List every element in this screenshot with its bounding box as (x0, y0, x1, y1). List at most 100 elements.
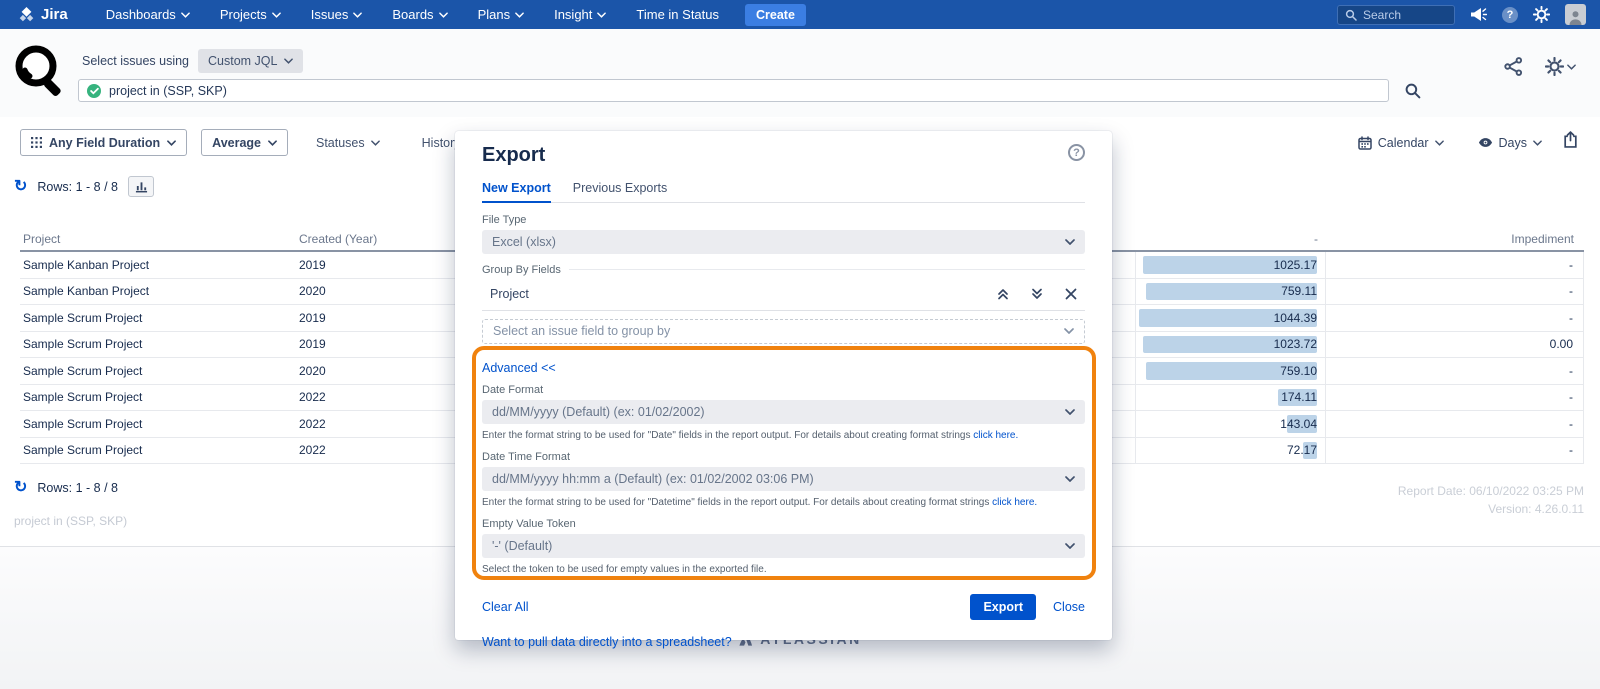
group-by-add-select[interactable]: Select an issue field to group by (482, 319, 1085, 344)
footer-query-text: project in (SSP, SKP) (14, 514, 127, 528)
jql-input[interactable]: project in (SSP, SKP) (78, 79, 1389, 102)
rows-count: Rows: 1 - 8 / 8 (37, 481, 118, 495)
cell-project: Sample Scrum Project (20, 364, 296, 378)
aggregation-dropdown[interactable]: Average (201, 129, 288, 156)
chevron-down-icon (439, 12, 448, 18)
cell-value: 759.11 (1135, 279, 1326, 305)
move-top-icon[interactable] (997, 288, 1009, 300)
nav-item-projects[interactable]: Projects (220, 7, 281, 22)
nav-item-plans[interactable]: Plans (478, 7, 525, 22)
chevron-down-icon (353, 12, 362, 18)
chevron-down-icon (1064, 328, 1074, 334)
refresh-icon[interactable]: ↻ (14, 481, 27, 495)
empty-token-label: Empty Value Token (482, 518, 1085, 530)
group-by-label: Group By Fields (482, 264, 561, 276)
cell-impediment: - (1326, 279, 1584, 305)
spreadsheet-link[interactable]: Want to pull data directly into a spread… (482, 635, 732, 649)
settings-gear-icon[interactable] (1533, 6, 1550, 23)
remove-icon[interactable] (1065, 288, 1077, 300)
eye-icon (1478, 137, 1493, 148)
cell-project: Sample Scrum Project (20, 443, 296, 457)
cell-impediment: - (1326, 252, 1584, 278)
clear-all-link[interactable]: Clear All (482, 600, 529, 614)
share-icon (1504, 57, 1523, 76)
advanced-toggle-link[interactable]: Advanced << (482, 361, 556, 375)
select-issues-label: Select issues using (82, 54, 189, 68)
jql-value: project in (SSP, SKP) (109, 84, 227, 98)
statuses-dropdown[interactable]: Statuses (302, 136, 394, 150)
brand-name: Jira (41, 6, 68, 23)
chevron-down-icon (1065, 239, 1075, 245)
query-header: Select issues using Custom JQL project i… (0, 29, 1600, 117)
select-issues-row: Select issues using Custom JQL (82, 49, 303, 73)
chevron-down-icon (1533, 140, 1542, 146)
cell-impediment: - (1326, 411, 1584, 437)
export-submit-button[interactable]: Export (970, 594, 1036, 620)
rows-count: Rows: 1 - 8 / 8 (37, 180, 118, 194)
close-link[interactable]: Close (1053, 600, 1085, 614)
field-duration-dropdown[interactable]: Any Field Duration (20, 129, 187, 156)
date-format-select[interactable]: dd/MM/yyyy (Default) (ex: 01/02/2002) (482, 400, 1085, 424)
export-report-button[interactable] (1563, 131, 1578, 153)
column-header-value[interactable]: - (1135, 228, 1326, 250)
cell-project: Sample Kanban Project (20, 284, 296, 298)
export-modal: Export ? New Export Previous Exports Fil… (455, 131, 1112, 640)
calendar-dropdown[interactable]: Calendar (1358, 136, 1444, 150)
group-by-item-project[interactable]: Project (482, 278, 1085, 311)
nav-item-boards[interactable]: Boards (392, 7, 447, 22)
search-icon (1405, 83, 1421, 99)
date-format-help: Enter the format string to be used for "… (482, 430, 1085, 441)
chevron-down-icon (597, 12, 606, 18)
cell-value: 174.11 (1135, 385, 1326, 411)
report-settings-button[interactable] (1545, 57, 1576, 76)
run-query-button[interactable] (1402, 80, 1424, 102)
nav-item-issues[interactable]: Issues (311, 7, 363, 22)
query-mode-dropdown[interactable]: Custom JQL (198, 49, 303, 73)
column-header-project[interactable]: Project (20, 232, 296, 246)
global-search-input[interactable]: Search (1337, 5, 1455, 25)
file-type-select[interactable]: Excel (xlsx) (482, 230, 1085, 254)
modal-help-icon[interactable]: ? (1068, 144, 1085, 161)
footer-report-meta: Report Date: 06/10/2022 03:25 PM Version… (1398, 482, 1584, 518)
cell-impediment: 0.00 (1326, 332, 1584, 358)
jira-logo[interactable]: Jira (18, 6, 68, 23)
cell-project: Sample Scrum Project (20, 390, 296, 404)
chevron-down-icon (272, 12, 281, 18)
column-header-impediment[interactable]: Impediment (1326, 228, 1584, 250)
file-type-label: File Type (482, 214, 1085, 226)
chevron-down-icon (181, 12, 190, 18)
announcements-icon[interactable] (1470, 7, 1487, 22)
chevron-down-icon (1435, 140, 1444, 146)
create-button[interactable]: Create (745, 4, 806, 26)
tab-new-export[interactable]: New Export (482, 181, 551, 203)
chevron-down-icon (284, 58, 293, 64)
search-placeholder: Search (1363, 8, 1401, 22)
cell-value: 1023.72 (1135, 332, 1326, 358)
help-icon[interactable]: ? (1502, 7, 1518, 23)
share-button[interactable] (1504, 57, 1523, 76)
rows-info-bar: ↻ Rows: 1 - 8 / 8 (14, 176, 154, 197)
datetime-format-help-link[interactable]: click here. (992, 497, 1037, 508)
datetime-format-select[interactable]: dd/MM/yyyy hh:mm a (Default) (ex: 01/02/… (482, 467, 1085, 491)
tab-previous-exports[interactable]: Previous Exports (573, 181, 667, 202)
nav-item-dashboards[interactable]: Dashboards (106, 7, 190, 22)
chevron-down-icon (1567, 64, 1576, 70)
calendar-icon (1358, 136, 1372, 150)
app-screen: Jira Dashboards Projects Issues Boards P… (0, 0, 1600, 689)
header-actions (1504, 57, 1576, 76)
chevron-down-icon (1065, 476, 1075, 482)
empty-token-select[interactable]: '-' (Default) (482, 534, 1085, 558)
nav-item-insight[interactable]: Insight (554, 7, 606, 22)
user-avatar[interactable] (1565, 4, 1586, 25)
units-dropdown[interactable]: Days (1478, 136, 1542, 150)
refresh-icon[interactable]: ↻ (14, 180, 27, 194)
gear-icon (1545, 57, 1564, 76)
nav-right-group: Search ? (1337, 4, 1586, 25)
move-bottom-icon[interactable] (1031, 288, 1043, 300)
nav-item-time-in-status[interactable]: Time in Status (636, 7, 719, 22)
chart-view-button[interactable] (128, 176, 154, 197)
cell-impediment: - (1326, 385, 1584, 411)
cell-value: 1044.39 (1135, 305, 1326, 331)
date-format-help-link[interactable]: click here. (973, 430, 1018, 441)
date-format-label: Date Format (482, 384, 1085, 396)
